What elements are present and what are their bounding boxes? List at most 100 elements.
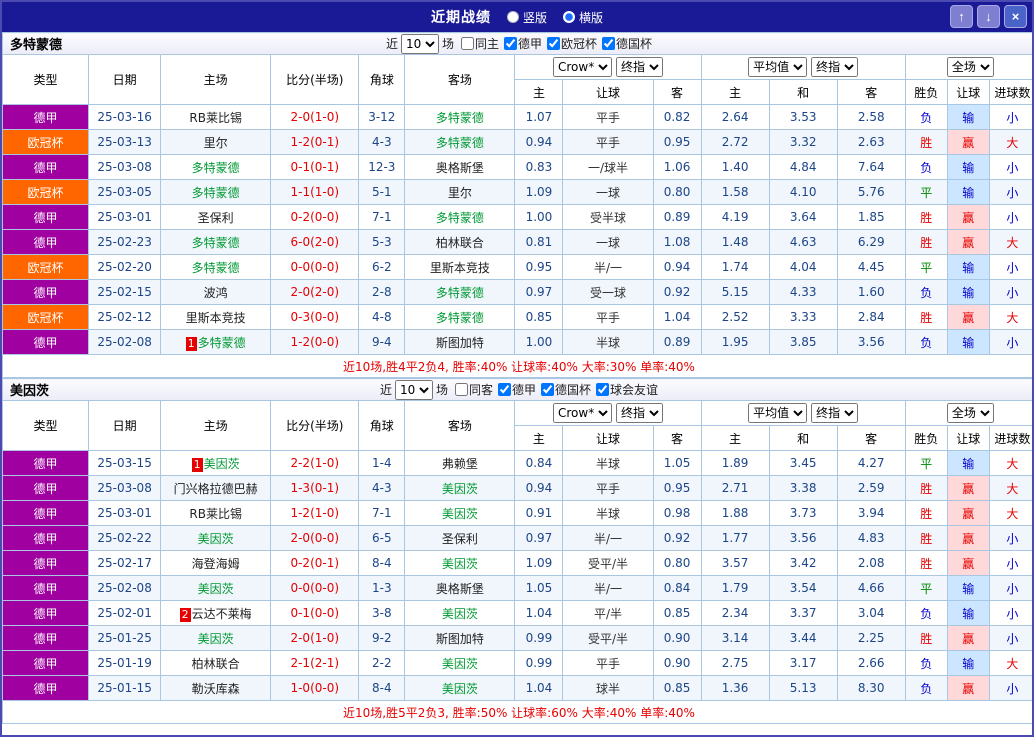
score-cell: 0-3(0-0) bbox=[270, 304, 360, 330]
move-down-button[interactable]: ↓ bbox=[977, 5, 1000, 28]
away-odds-cell: 0.95 bbox=[652, 129, 702, 155]
home-odds-cell: 1.04 bbox=[514, 600, 564, 626]
corner-cell: 3-8 bbox=[358, 600, 406, 626]
bookmaker-select[interactable]: Crow* bbox=[552, 403, 612, 423]
sub-result-handicap: 让球 bbox=[946, 79, 990, 105]
home-odds-cell: 0.91 bbox=[514, 500, 564, 526]
avg-away-cell: 1.85 bbox=[836, 204, 906, 230]
filter-checkbox-德国杯[interactable]: 德国杯 bbox=[598, 35, 652, 52]
result-wdl-cell: 胜 bbox=[904, 525, 948, 551]
corner-cell: 2-8 bbox=[358, 279, 406, 305]
avg-draw-cell: 3.64 bbox=[768, 204, 838, 230]
radio-vertical-layout[interactable]: 竖版 bbox=[506, 9, 547, 26]
league-cell: 德甲 bbox=[2, 525, 90, 551]
filter-checkbox-同客[interactable]: 同客 bbox=[451, 381, 493, 398]
checkbox-input[interactable] bbox=[504, 37, 517, 50]
filter-bar: 近 10 场 同客 德甲 德国杯 球会友谊 bbox=[380, 379, 658, 400]
date-cell: 25-03-13 bbox=[88, 129, 162, 155]
filter-checkbox-欧冠杯[interactable]: 欧冠杯 bbox=[543, 35, 597, 52]
league-cell: 德甲 bbox=[2, 229, 90, 255]
checkbox-input[interactable] bbox=[498, 383, 511, 396]
avg-away-cell: 3.56 bbox=[836, 329, 906, 355]
checkbox-input[interactable] bbox=[596, 383, 610, 396]
league-cell: 德甲 bbox=[2, 600, 90, 626]
away-team-cell: 斯图加特 bbox=[404, 329, 516, 355]
result-wdl-cell: 胜 bbox=[904, 500, 948, 526]
result-goals-cell: 大 bbox=[988, 304, 1032, 330]
avg-stage-select[interactable]: 终指 bbox=[811, 57, 859, 77]
average-select[interactable]: 平均值 bbox=[748, 403, 808, 423]
date-cell: 25-02-23 bbox=[88, 229, 162, 255]
league-cell: 德甲 bbox=[2, 279, 90, 305]
team-label: 多特蒙德 bbox=[435, 210, 484, 225]
handicap-cell: 平手 bbox=[562, 304, 654, 330]
result-goals-cell: 小 bbox=[988, 575, 1032, 601]
league-cell: 德甲 bbox=[2, 650, 90, 676]
avg-draw-cell: 3.32 bbox=[768, 129, 838, 155]
col-score: 比分(半场) bbox=[270, 54, 360, 105]
result-handicap-cell: 赢 bbox=[946, 550, 990, 576]
avg-home-cell: 3.14 bbox=[700, 625, 770, 651]
radio-horizontal-layout[interactable]: 横版 bbox=[563, 9, 603, 26]
avg-draw-cell: 4.04 bbox=[768, 254, 838, 280]
result-goals-cell: 大 bbox=[988, 500, 1032, 526]
date-cell: 25-02-22 bbox=[88, 525, 162, 551]
home-team-cell: 海登海姆 bbox=[160, 550, 272, 576]
close-button[interactable]: × bbox=[1004, 5, 1027, 28]
corner-cell: 5-3 bbox=[358, 229, 406, 255]
filter-checkbox-德国杯[interactable]: 德国杯 bbox=[537, 381, 591, 398]
recent-count-select[interactable]: 10 bbox=[394, 379, 433, 400]
team-label: 圣保利 bbox=[197, 210, 234, 225]
checkbox-label: 德甲 bbox=[518, 37, 543, 51]
league-cell: 德甲 bbox=[2, 675, 90, 701]
filter-checkbox-德甲[interactable]: 德甲 bbox=[494, 381, 536, 398]
radio-icon-vertical[interactable] bbox=[506, 11, 519, 23]
avg-home-cell: 1.79 bbox=[700, 575, 770, 601]
move-up-button[interactable]: ↑ bbox=[950, 5, 973, 28]
avg-home-cell: 2.72 bbox=[700, 129, 770, 155]
team-label: 里斯本竞技 bbox=[185, 310, 246, 325]
corner-cell: 9-2 bbox=[358, 625, 406, 651]
checkbox-input[interactable] bbox=[454, 383, 468, 396]
away-team-cell: 美因茨 bbox=[404, 475, 516, 501]
away-team-cell: 多特蒙德 bbox=[404, 104, 516, 130]
average-select[interactable]: 平均值 bbox=[748, 57, 808, 77]
radio-icon-horizontal[interactable] bbox=[563, 11, 575, 23]
filter-checkbox-德甲[interactable]: 德甲 bbox=[500, 35, 542, 52]
avg-group-header: 平均值 终指 bbox=[700, 54, 906, 80]
away-odds-cell: 1.04 bbox=[652, 304, 702, 330]
filter-checkbox-同主[interactable]: 同主 bbox=[457, 35, 499, 52]
odds-stage-select[interactable]: 终指 bbox=[616, 57, 663, 77]
odds-stage-select[interactable]: 终指 bbox=[615, 403, 663, 423]
match-row: 德甲 25-03-16 RB莱比锡 2-0(1-0) 3-12 多特蒙德 1.07 平手 0.8… bbox=[2, 104, 1032, 130]
window-buttons: ↑ ↓ × bbox=[950, 5, 1027, 28]
match-row: 德甲 25-02-08 1 多特蒙德 1-2(0-0) 9-4 斯图加特 1.00 半球 0.89… bbox=[2, 329, 1032, 355]
handicap-cell: 受一球 bbox=[562, 279, 654, 305]
avg-away-cell: 3.04 bbox=[836, 600, 906, 626]
score-cell: 2-0(1-0) bbox=[270, 104, 360, 130]
handicap-cell: 平手 bbox=[562, 104, 654, 130]
checkbox-input[interactable] bbox=[541, 383, 555, 396]
home-team-cell: 1 多特蒙德 bbox=[160, 329, 272, 355]
recent-count-select[interactable]: 10 bbox=[400, 33, 439, 54]
avg-draw-cell: 3.44 bbox=[768, 625, 838, 651]
filter-checkbox-球会友谊[interactable]: 球会友谊 bbox=[592, 381, 658, 398]
scope-select[interactable]: 全场 bbox=[946, 57, 994, 77]
avg-home-cell: 1.95 bbox=[700, 329, 770, 355]
bookmaker-select[interactable]: Crow* bbox=[553, 57, 612, 77]
checkbox-input[interactable] bbox=[547, 37, 561, 50]
match-row: 德甲 25-03-01 RB莱比锡 1-2(1-0) 7-1 美因茨 0.91 半球 0.98 1… bbox=[2, 500, 1032, 526]
result-wdl-cell: 平 bbox=[904, 179, 948, 205]
checkbox-input[interactable] bbox=[460, 37, 474, 50]
match-row: 德甲 25-02-17 海登海姆 0-2(0-1) 8-4 美因茨 1.09 受平/半 0.80… bbox=[2, 550, 1032, 576]
result-handicap-cell: 赢 bbox=[946, 675, 990, 701]
team-label: 奥格斯堡 bbox=[435, 581, 484, 596]
scope-select[interactable]: 全场 bbox=[946, 403, 994, 423]
result-handicap-cell: 输 bbox=[946, 450, 990, 476]
sub-result-wdl: 胜负 bbox=[904, 79, 948, 105]
handicap-cell: 半球 bbox=[562, 450, 654, 476]
date-cell: 25-02-17 bbox=[88, 550, 162, 576]
checkbox-input[interactable] bbox=[602, 37, 616, 50]
avg-stage-select[interactable]: 终指 bbox=[811, 403, 859, 423]
result-wdl-cell: 负 bbox=[904, 104, 948, 130]
